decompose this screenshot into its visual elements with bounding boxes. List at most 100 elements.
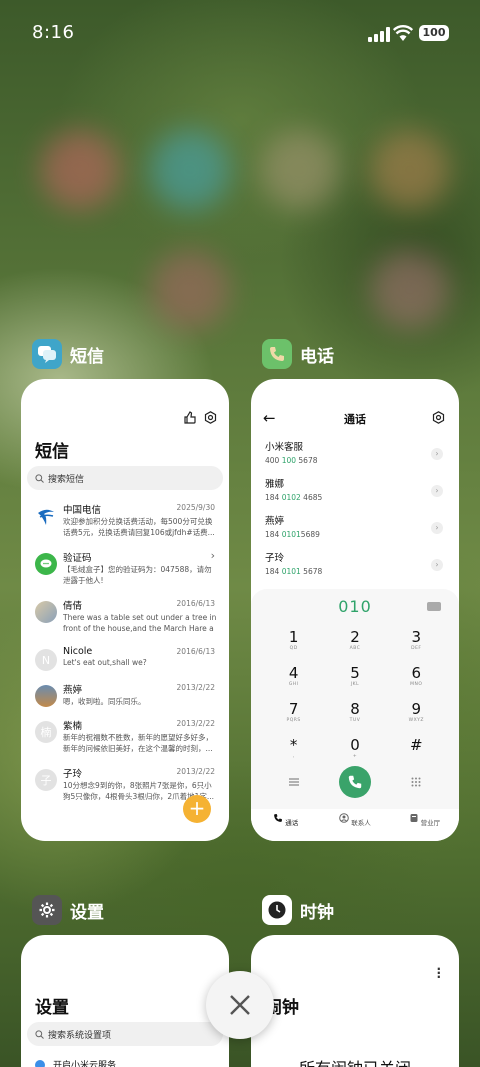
dial-key[interactable]: # [386, 737, 447, 768]
contact-row[interactable]: 子玲 184 0101 5678 › [251, 550, 459, 587]
avatar [35, 601, 57, 623]
dial-key[interactable]: *, [263, 737, 324, 768]
dial-key[interactable]: 6 MNO [386, 665, 447, 696]
contact-number: 184 0102 4685 [265, 493, 323, 502]
contact-row[interactable]: 燕婷 184 01015689 › [251, 513, 459, 550]
store-icon [410, 814, 418, 822]
page-title: 短信 [35, 442, 69, 462]
close-icon [230, 995, 250, 1015]
backspace-icon[interactable] [427, 602, 441, 611]
clean-icon[interactable] [184, 411, 196, 424]
page-title: 通话 [344, 413, 366, 426]
search-placeholder: 搜索系统设置项 [48, 1030, 112, 1041]
dial-key[interactable]: 7 PQRS [263, 701, 324, 732]
chevron-right-icon[interactable]: › [431, 559, 443, 571]
dial-key[interactable]: 4 GHI [263, 665, 324, 696]
chevron-right-icon: › [210, 549, 215, 562]
bottom-tab-bar: 通话 联系人 营业厅 [251, 809, 459, 841]
phone-icon [348, 775, 362, 789]
dial-keys: 1 QD 2 ABC 3 DEF 4 GHI 5 JKL 6 MNO 7 PQRS 8 TUV … [263, 629, 447, 768]
wallpaper-blur [40, 130, 120, 210]
chevron-right-icon[interactable]: › [431, 522, 443, 534]
thread-preview: 欢迎参加积分兑换话费活动，每500分可兑换话费5元，兑换话费请回复106或jfd… [63, 517, 215, 537]
thread-date: 2025/9/30 [176, 503, 215, 512]
dial-key[interactable]: 9 WXYZ [386, 701, 447, 732]
dialpad: 010 1 QD 2 ABC 3 DEF 4 GHI 5 JKL 6 MNO 7 PQRS 8… [251, 589, 459, 809]
status-bar: 8:16 100 [0, 0, 480, 66]
thread-date: 2013/2/22 [176, 719, 215, 728]
clock-time: 8:16 [32, 22, 75, 43]
contact-suggestion-list: 小米客服 400 100 5678 › 雅娜 184 0102 4685 › 燕… [251, 439, 459, 587]
search-input[interactable]: 搜索系统设置项 [27, 1022, 223, 1046]
search-placeholder: 搜索短信 [48, 474, 85, 485]
message-thread[interactable]: 倩倩 2016/6/13 There was a table set out u… [21, 593, 229, 641]
call-controls [263, 765, 447, 799]
message-thread[interactable]: 中国电信 2025/9/30 欢迎参加积分兑换话费活动，每500分可兑换话费5元… [21, 497, 229, 545]
settings-gear-icon[interactable] [432, 411, 445, 424]
message-thread[interactable]: 验证码 › 【毛绒盒子】您的验证码为：047588，请勿泄露于他人! [21, 545, 229, 593]
wallpaper-blur [150, 250, 230, 330]
dial-key[interactable]: 2 ABC [324, 629, 385, 660]
clock-app-card[interactable]: ··· 闹钟 所有闹钟已关闭 [251, 935, 459, 1067]
cloud-icon [35, 1059, 45, 1067]
dial-key[interactable]: 3 DEF [386, 629, 447, 660]
contact-row[interactable]: 雅娜 184 0102 4685 › [251, 476, 459, 513]
message-thread[interactable]: 楠 紫楠 2013/2/22 新年的祝福数不胜数，新年的愿望好多好多，新年的问候… [21, 713, 229, 761]
page-title: 设置 [35, 998, 69, 1018]
search-icon [35, 1029, 44, 1039]
avatar [35, 685, 57, 707]
chevron-right-icon[interactable]: › [431, 485, 443, 497]
clock-app-icon [262, 895, 292, 925]
thread-preview: 嗯，收到啦。同乐同乐。 [63, 697, 146, 706]
message-thread-list: 中国电信 2025/9/30 欢迎参加积分兑换话费活动，每500分可兑换话费5元… [21, 497, 229, 809]
china-telecom-logo-icon [35, 505, 57, 527]
dial-key[interactable]: 8 TUV [324, 701, 385, 732]
app-label: 设置 [70, 902, 104, 923]
settings-app-card[interactable]: 设置 搜索系统设置项 开启小米云服务 [21, 935, 229, 1067]
dial-key[interactable]: 1 QD [263, 629, 324, 660]
thread-preview: 【毛绒盒子】您的验证码为：047588，请勿泄露于他人! [63, 565, 212, 585]
settings-app-icon [32, 895, 62, 925]
clear-all-button[interactable] [206, 971, 274, 1039]
settings-item[interactable]: 开启小米云服务 [35, 1058, 116, 1067]
tab-calls[interactable]: 通话 [251, 809, 320, 841]
contact-name: 小米客服 [265, 442, 304, 453]
wifi-icon [393, 25, 413, 41]
contact-number: 184 01015689 [265, 530, 320, 539]
new-message-button[interactable]: + [183, 795, 211, 823]
phone-app-card[interactable]: ← 通话 小米客服 400 100 5678 › 雅娜 184 0102 468… [251, 379, 459, 841]
app-header-phone[interactable]: 电话 [262, 339, 334, 369]
thread-preview: Let's eat out,shall we? [63, 658, 147, 667]
chevron-right-icon[interactable]: › [431, 448, 443, 460]
phone-icon [274, 814, 283, 822]
tab-contacts[interactable]: 联系人 [320, 809, 389, 841]
messages-toolbar [184, 411, 217, 424]
message-thread[interactable]: N Nicole 2016/6/13 Let's eat out,shall w… [21, 641, 229, 677]
app-header-clock[interactable]: 时钟 [262, 895, 334, 925]
wallpaper-blur [370, 130, 450, 210]
contact-row[interactable]: 小米客服 400 100 5678 › [251, 439, 459, 476]
messages-app-card[interactable]: 短信 搜索短信 中国电信 2025/9/30 欢迎参加积分兑换话费活动，每500… [21, 379, 229, 841]
phone-app-icon [262, 339, 292, 369]
menu-icon[interactable] [288, 778, 299, 786]
phone-header: ← 通话 [251, 409, 459, 431]
wallpaper-blur [260, 130, 340, 210]
message-thread[interactable]: 燕婷 2013/2/22 嗯，收到啦。同乐同乐。 [21, 677, 229, 713]
thread-date: 2013/2/22 [176, 767, 215, 776]
dial-key[interactable]: 0 + [324, 737, 385, 768]
more-options-icon[interactable]: · · · [436, 963, 441, 983]
app-header-messages[interactable]: 短信 [32, 339, 104, 369]
thread-date: 2016/6/13 [176, 647, 215, 656]
contact-icon [339, 813, 350, 823]
dial-key[interactable]: 5 JKL [324, 665, 385, 696]
avatar: N [35, 649, 57, 671]
tab-service-hall[interactable]: 营业厅 [390, 809, 459, 841]
search-input[interactable]: 搜索短信 [27, 466, 223, 490]
app-header-settings[interactable]: 设置 [32, 895, 104, 925]
contact-number: 400 100 5678 [265, 456, 318, 465]
call-button[interactable] [338, 766, 371, 798]
avatar: 楠 [35, 721, 57, 743]
settings-gear-icon[interactable] [204, 411, 217, 424]
messages-app-icon [32, 339, 62, 369]
keypad-icon[interactable] [411, 777, 421, 787]
